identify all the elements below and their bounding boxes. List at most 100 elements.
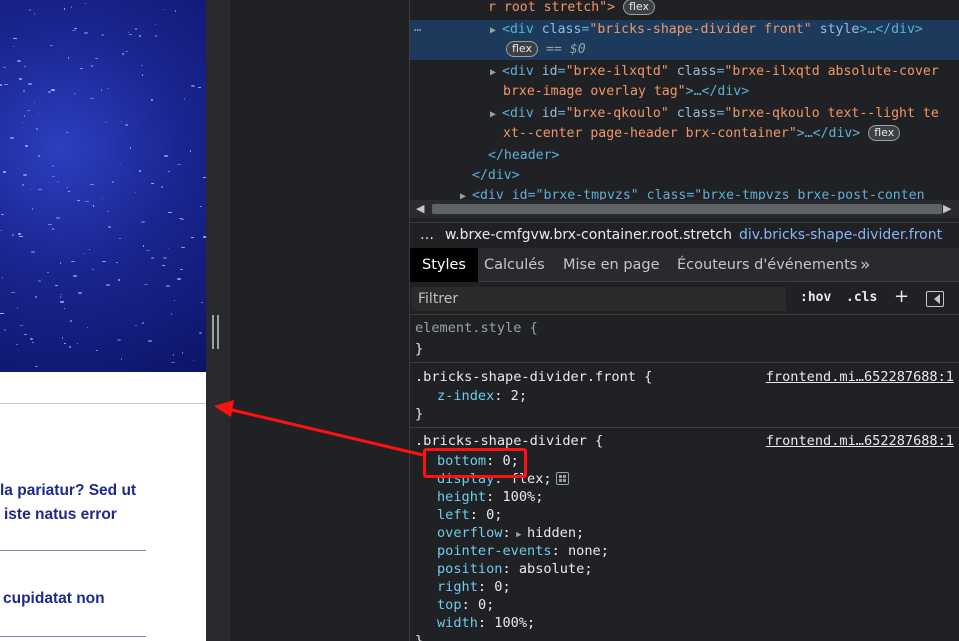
new-rule-button[interactable]: + <box>894 286 909 307</box>
hero-light-dot <box>32 342 34 343</box>
stylesheet-link[interactable]: frontend.mi…652287688:1 <box>766 432 954 450</box>
hero-light-dot <box>116 262 118 263</box>
flex-badge[interactable]: flex <box>623 0 656 15</box>
hero-light-dot <box>85 3 86 4</box>
hero-light-dot <box>148 340 152 342</box>
toggle-sidebar-icon[interactable] <box>926 291 944 307</box>
hero-light-dot <box>38 280 41 282</box>
hero-light-dot <box>93 205 94 207</box>
stylesheet-link[interactable]: frontend.mi…652287688:1 <box>766 368 954 386</box>
css-declaration[interactable]: right: 0; <box>437 578 511 596</box>
tab-event-listeners[interactable]: Écouteurs d'événements <box>677 248 857 282</box>
hero-light-dot <box>74 28 77 29</box>
hero-light-dot <box>190 150 191 152</box>
hero-light-dot <box>60 301 64 303</box>
hero-light-dot <box>108 226 111 228</box>
hero-light-dot <box>173 354 174 356</box>
flex-badge[interactable]: flex <box>868 125 901 141</box>
hov-toggle-button[interactable]: :hov <box>800 290 831 305</box>
hero-light-dot <box>70 320 72 322</box>
hero-light-dot <box>184 98 185 100</box>
flexbox-editor-icon[interactable] <box>555 472 569 485</box>
hero-light-dot <box>64 308 65 309</box>
hero-light-dot <box>77 200 80 201</box>
css-declaration[interactable]: height: 100%; <box>437 488 543 506</box>
hero-light-dot <box>80 68 83 69</box>
expand-shorthand-icon[interactable]: ▶ <box>511 530 527 540</box>
css-declaration[interactable]: overflow: ▶ hidden; <box>437 524 584 544</box>
tab-layout[interactable]: Mise en page <box>563 248 660 282</box>
panel-resize-handle[interactable] <box>212 315 220 349</box>
hero-light-dot <box>166 285 170 287</box>
hero-light-dot <box>101 89 102 91</box>
hero-light-dot <box>119 238 121 239</box>
breadcrumb-item[interactable]: w.brxe-cmfgvw.brx-container.root.stretch <box>445 227 732 243</box>
hero-light-dot <box>121 358 122 360</box>
hero-light-dot <box>3 171 6 173</box>
dom-line[interactable]: ▶ <div id="brxe-ilxqtd" class="brxe-ilxqt… <box>490 62 939 83</box>
shape-divider-edge <box>0 403 206 404</box>
dom-line[interactable]: ▶ <div id="brxe-qkoulo" class="brxe-qkoul… <box>490 104 939 125</box>
hero-light-dot <box>191 85 195 87</box>
hero-light-dot <box>1 214 4 215</box>
scroll-right-icon[interactable]: ▶ <box>943 202 951 215</box>
expand-triangle-icon[interactable]: ▶ <box>490 63 502 83</box>
hero-light-dot <box>161 186 163 188</box>
element-style-selector[interactable]: element.style { <box>415 319 538 337</box>
hero-light-dot <box>146 250 150 251</box>
scrollbar-thumb[interactable] <box>432 204 942 214</box>
hero-light-dot <box>56 217 60 219</box>
hero-light-dot <box>45 145 46 146</box>
css-declaration[interactable]: top: 0; <box>437 596 494 614</box>
hero-light-dot <box>78 292 82 294</box>
hero-light-dot <box>51 89 55 91</box>
cls-toggle-button[interactable]: .cls <box>846 290 877 305</box>
hero-light-dot <box>2 277 3 278</box>
hero-light-dot <box>17 60 21 62</box>
rule-selector[interactable]: .bricks-shape-divider.front { <box>415 368 652 386</box>
css-declaration[interactable]: position: absolute; <box>437 560 593 578</box>
node-menu-ellipsis[interactable]: … <box>414 20 421 34</box>
hero-light-dot <box>31 251 35 253</box>
hero-light-dot <box>28 83 32 85</box>
tab-computed[interactable]: Calculés <box>484 248 545 282</box>
hero-light-dot <box>174 300 175 301</box>
dom-line[interactable]: </header> <box>488 146 559 166</box>
hero-light-dot <box>66 132 69 133</box>
dom-line[interactable]: r root stretch"> flex <box>488 0 656 18</box>
hero-light-dot <box>112 181 114 183</box>
dom-line[interactable]: </div> <box>472 166 520 186</box>
dom-line[interactable]: ▶ <div id="brxe-tmpvzs" class="brxe-tmpvz… <box>460 186 925 200</box>
page-text-line: la pariatur? Sed ut <box>0 482 137 499</box>
tab-styles[interactable]: Styles <box>410 248 478 282</box>
hero-light-dot <box>23 174 27 176</box>
scroll-left-icon[interactable]: ◀ <box>416 202 424 215</box>
dom-line-selected[interactable]: ▶ <div class="bricks-shape-divider front"… <box>490 20 923 41</box>
hero-light-dot <box>201 302 203 303</box>
css-declaration[interactable]: pointer-events: none; <box>437 542 609 560</box>
hero-light-dot <box>180 269 183 270</box>
hero-light-dot <box>74 93 76 94</box>
hero-light-dot <box>141 221 145 223</box>
hero-light-dot <box>96 350 98 351</box>
expand-triangle-icon[interactable]: ▶ <box>460 187 472 200</box>
hero-light-dot <box>135 28 137 30</box>
breadcrumb-ellipsis[interactable]: … <box>420 227 434 243</box>
hero-light-dot <box>151 183 154 184</box>
hero-light-dot <box>55 285 58 286</box>
hero-light-dot <box>48 224 52 225</box>
hero-light-dot <box>87 327 88 328</box>
horizontal-scrollbar[interactable]: ◀ ▶ <box>410 200 959 218</box>
hero-light-dot <box>13 46 14 47</box>
styles-filter-input[interactable] <box>412 287 786 311</box>
flex-badge[interactable]: flex <box>506 41 539 57</box>
css-declaration[interactable]: width: 100%; <box>437 614 535 632</box>
rule-close-brace: } <box>415 341 424 357</box>
expand-triangle-icon[interactable]: ▶ <box>490 105 502 125</box>
css-declaration[interactable]: z-index: 2; <box>437 387 527 405</box>
breadcrumb-item-current[interactable]: div.bricks-shape-divider.front <box>739 227 942 243</box>
tabs-overflow-icon[interactable]: » <box>860 248 870 282</box>
hero-light-dot <box>92 269 94 270</box>
css-declaration[interactable]: left: 0; <box>437 506 503 524</box>
expand-triangle-icon[interactable]: ▶ <box>490 21 502 41</box>
